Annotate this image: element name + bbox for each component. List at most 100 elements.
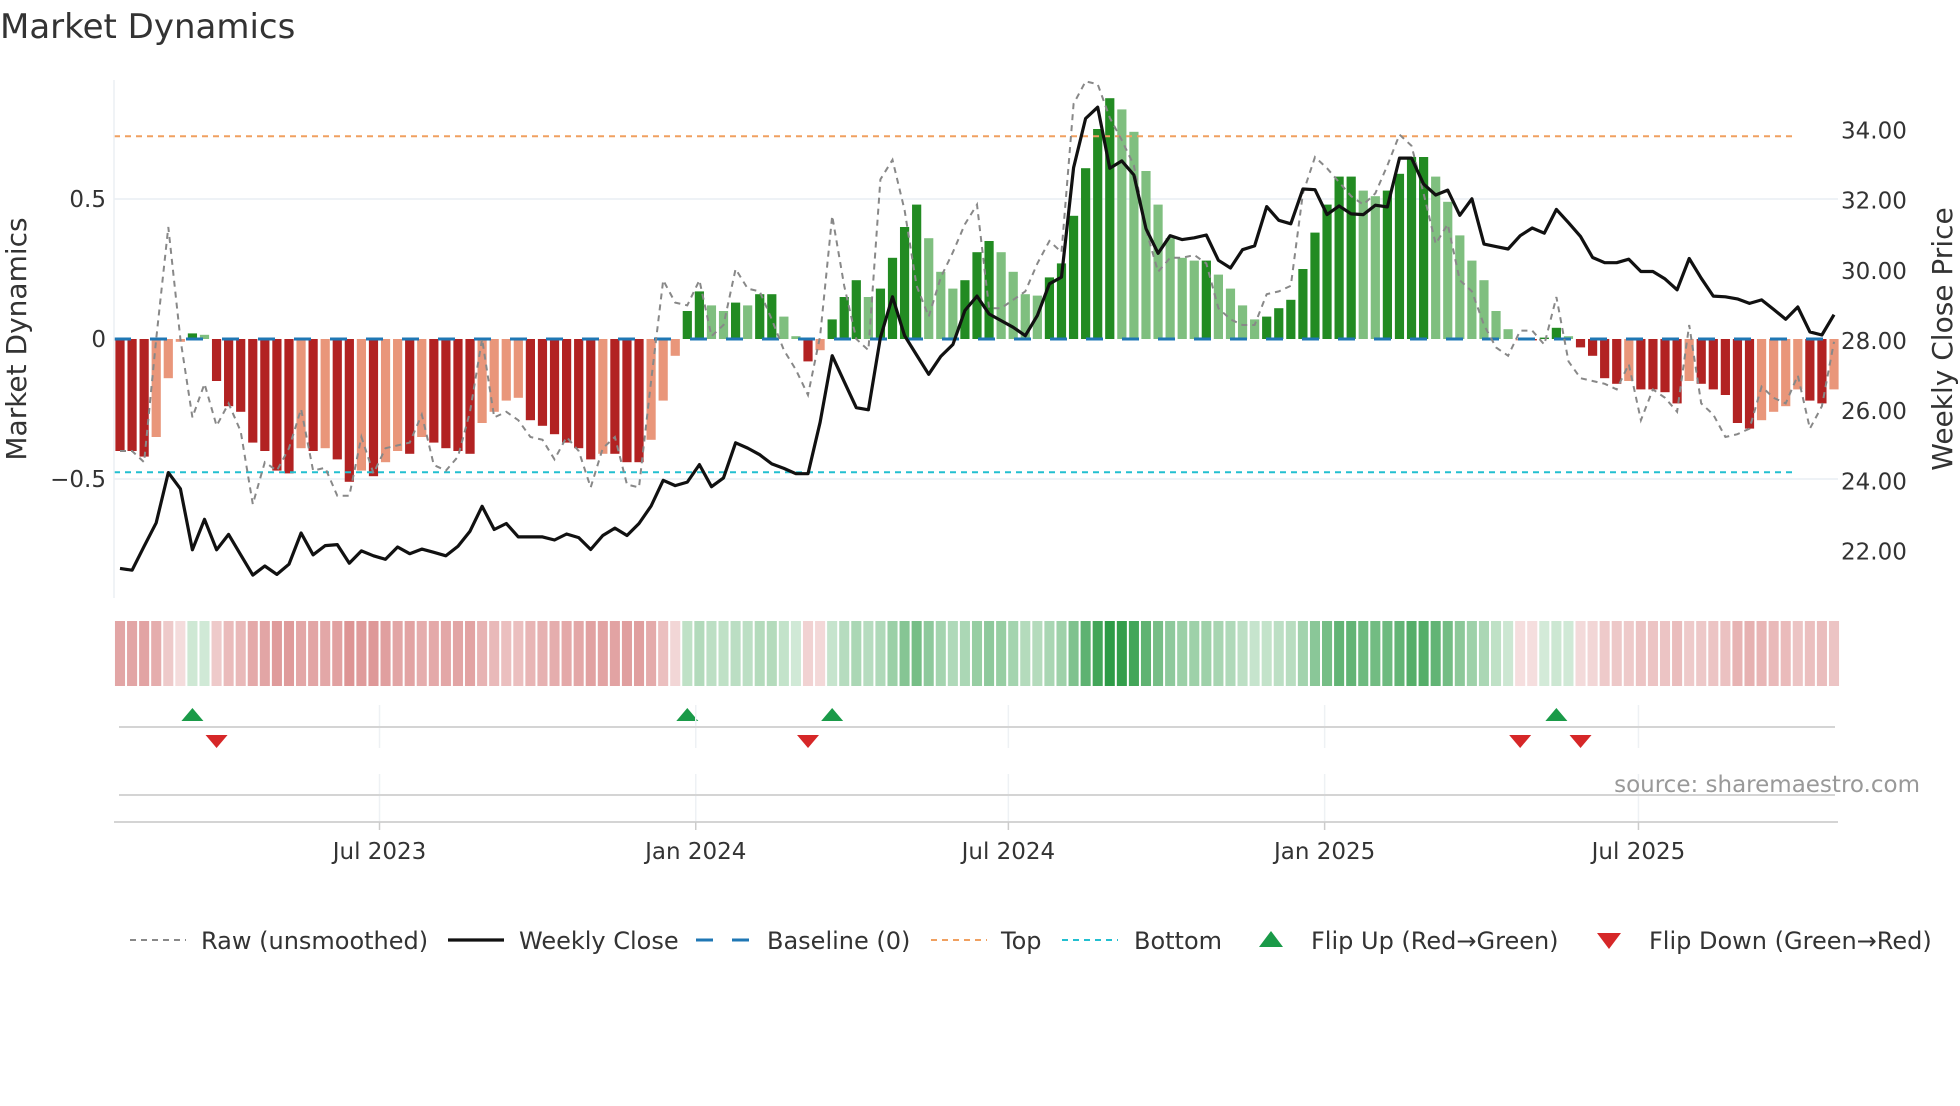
momentum-bar: [1262, 316, 1272, 339]
heat-strip-cell: [465, 621, 476, 686]
heat-strip-cell: [646, 621, 657, 686]
heat-strip-cell: [1044, 621, 1055, 686]
momentum-bar: [1696, 339, 1706, 384]
x-tick-label: Jan 2024: [643, 839, 746, 865]
heat-strip-cell: [1177, 621, 1188, 686]
momentum-bar: [380, 339, 391, 463]
momentum-bar: [912, 204, 922, 339]
momentum-bar: [1431, 176, 1441, 339]
heat-strip: [114, 621, 1840, 686]
y2-tick-label: 28.00: [1841, 329, 1907, 355]
heat-strip-cell: [1334, 621, 1345, 686]
heat-strip-cell: [1515, 621, 1526, 686]
momentum-bar: [308, 339, 318, 451]
momentum-bar: [1539, 337, 1549, 339]
momentum-bar: [332, 339, 342, 460]
momentum-bar: [851, 280, 861, 339]
momentum-bar: [1129, 131, 1139, 339]
heat-strip-cell: [790, 621, 801, 686]
heat-strip-cell: [1720, 621, 1731, 686]
heat-strip-cell: [114, 621, 126, 686]
heat-strip-cell: [356, 621, 367, 686]
heat-strip-cell: [875, 621, 886, 686]
heat-strip-cell: [621, 621, 632, 686]
heat-strip-cell: [1104, 621, 1115, 686]
heat-strip-cell: [561, 621, 572, 686]
momentum-bar: [477, 339, 487, 423]
momentum-bar: [1093, 129, 1103, 339]
flip-down-marker: [205, 735, 228, 748]
heat-strip-cell: [525, 621, 536, 686]
momentum-bar: [501, 339, 511, 401]
momentum-bar: [211, 339, 222, 381]
momentum-bar: [1237, 305, 1248, 339]
heat-strip-cell: [332, 621, 343, 686]
momentum-bar: [525, 339, 535, 421]
momentum-bar: [272, 339, 282, 471]
heat-strip-cell: [1744, 621, 1755, 686]
heat-strip-cell: [1285, 621, 1296, 686]
heat-strip-cell: [633, 621, 645, 686]
heat-strip-cell: [1128, 621, 1139, 686]
momentum-bar: [586, 339, 596, 460]
momentum-bar: [1708, 339, 1718, 390]
momentum-bar: [224, 339, 234, 407]
flip-down-marker: [1509, 735, 1532, 748]
heat-strip-cell: [984, 621, 995, 686]
momentum-bar: [839, 297, 849, 339]
heat-strip-cell: [1358, 621, 1369, 686]
momentum-bar: [562, 339, 572, 443]
heat-strip-cell: [754, 621, 765, 686]
y2-tick-label: 24.00: [1841, 469, 1907, 495]
momentum-bar: [393, 339, 403, 451]
momentum-bar: [1648, 339, 1658, 390]
heat-strip-cell: [815, 621, 826, 686]
momentum-bar: [549, 339, 560, 435]
momentum-bar: [1286, 299, 1296, 339]
momentum-bar: [1587, 339, 1598, 356]
legend-item-bottom: Bottom: [1062, 927, 1222, 955]
heat-strip-cell: [1551, 621, 1562, 686]
heat-strip-cell: [1056, 621, 1067, 686]
x-tick-label: Jul 2023: [331, 839, 427, 865]
heat-strip-cell: [1080, 621, 1091, 686]
heat-strip-cell: [911, 621, 922, 686]
momentum-bar: [1756, 339, 1767, 421]
heat-strip-cell: [1032, 621, 1043, 686]
momentum-bars: [115, 98, 1839, 482]
heat-strip-cell: [199, 621, 210, 686]
momentum-bar: [1744, 339, 1755, 429]
momentum-bar: [1081, 168, 1091, 339]
momentum-bar: [634, 339, 644, 463]
momentum-bar: [730, 302, 741, 339]
heat-strip-cell: [404, 621, 415, 686]
heat-strip-cell: [139, 621, 150, 686]
legend-label: Baseline (0): [767, 927, 910, 955]
momentum-bar: [670, 339, 680, 356]
heat-strip-cell: [1575, 621, 1586, 686]
heat-strip-cell: [1623, 621, 1634, 686]
heat-strip-cell: [452, 621, 464, 686]
heat-strip-cell: [778, 621, 789, 686]
momentum-bar: [779, 316, 789, 339]
momentum-bar: [296, 339, 306, 449]
momentum-bar: [1141, 171, 1151, 339]
momentum-bar: [1117, 109, 1127, 340]
heat-strip-cell: [1684, 621, 1695, 686]
heat-strip-cell: [127, 621, 138, 686]
momentum-bar: [1298, 269, 1308, 339]
heat-strip-cell: [223, 621, 234, 686]
flip-up-marker: [821, 708, 844, 721]
x-tick-label: Jul 2025: [1590, 839, 1686, 865]
heat-strip-cell: [1599, 621, 1610, 686]
source-label: source: sharemaestro.com: [1614, 772, 1920, 798]
heat-strip-cell: [899, 621, 910, 686]
heat-strip-cell: [320, 621, 331, 686]
heat-strip-cell: [802, 621, 814, 686]
legend-flip-up-icon: [1259, 931, 1283, 947]
heat-strip-cell: [1672, 621, 1683, 686]
momentum-bar: [1225, 288, 1236, 339]
heat-strip-cell: [1370, 621, 1381, 686]
legend-item-raw: Raw (unsmoothed): [130, 927, 428, 955]
momentum-bar: [1636, 339, 1646, 390]
